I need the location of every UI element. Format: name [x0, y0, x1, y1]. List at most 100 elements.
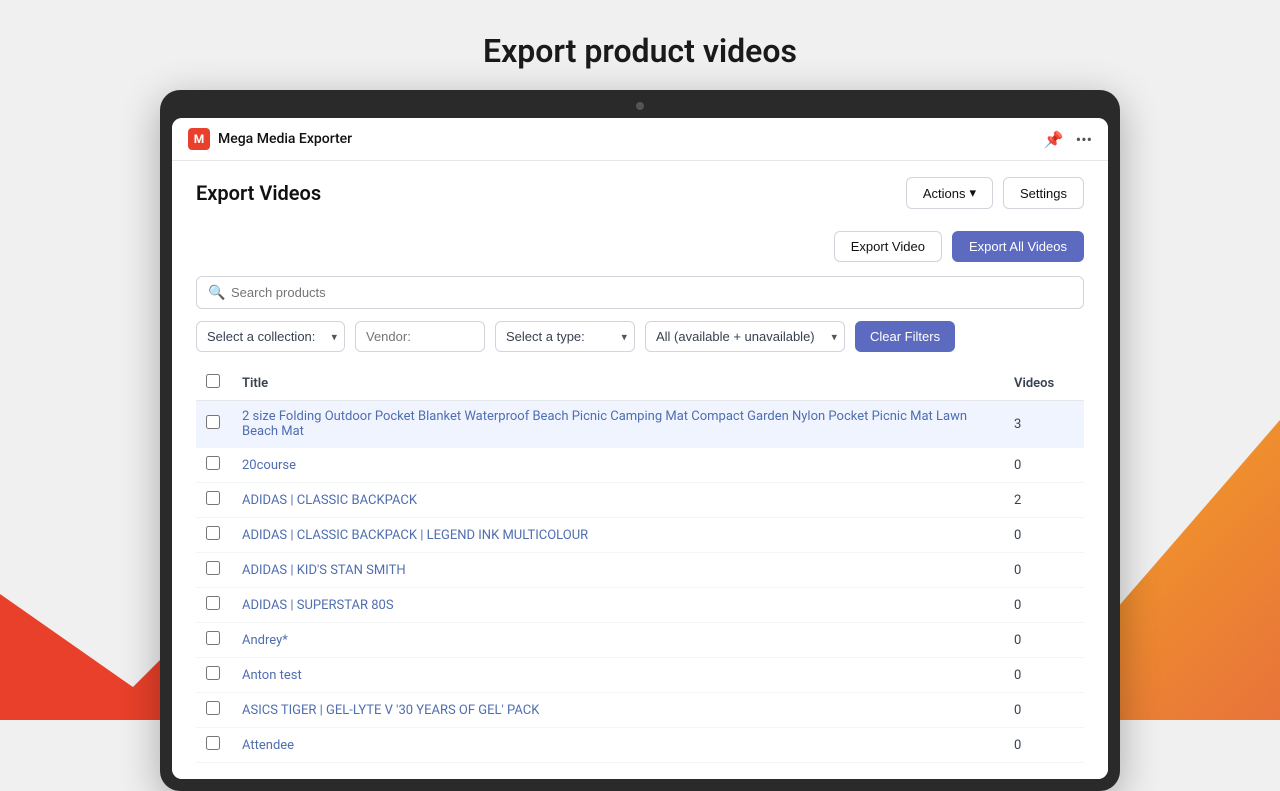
availability-select[interactable]: All (available + unavailable) [645, 321, 845, 352]
page-title: Export product videos [0, 0, 1280, 90]
row-checkbox[interactable] [206, 456, 220, 470]
row-checkbox-cell [196, 553, 232, 588]
row-checkbox[interactable] [206, 561, 220, 575]
row-checkbox[interactable] [206, 491, 220, 505]
product-videos-cell: 0 [1004, 588, 1084, 623]
row-checkbox-cell [196, 401, 232, 448]
product-title-cell: 2 size Folding Outdoor Pocket Blanket Wa… [232, 401, 1004, 448]
app-logo-area: M Mega Media Exporter [188, 128, 352, 150]
top-bar: Export Videos Actions ▾ Settings [196, 177, 1084, 209]
product-link[interactable]: ADIDAS | SUPERSTAR 80S [242, 598, 394, 613]
product-videos-cell: 2 [1004, 483, 1084, 518]
search-input[interactable] [196, 276, 1084, 309]
table-row: ADIDAS | CLASSIC BACKPACK 2 [196, 483, 1084, 518]
table-row: Attendee 0 [196, 728, 1084, 763]
product-link[interactable]: Attendee [242, 738, 294, 753]
table-row: Andrey* 0 [196, 623, 1084, 658]
row-checkbox-cell [196, 658, 232, 693]
product-videos-cell: 0 [1004, 448, 1084, 483]
export-buttons-row: Export Video Export All Videos [196, 225, 1084, 262]
row-checkbox[interactable] [206, 596, 220, 610]
top-bar-actions: Actions ▾ Settings [906, 177, 1084, 209]
app-header-icons: 📌 ••• [1044, 130, 1092, 149]
product-link[interactable]: 2 size Folding Outdoor Pocket Blanket Wa… [242, 409, 967, 439]
clear-filters-button[interactable]: Clear Filters [855, 321, 955, 352]
row-checkbox[interactable] [206, 666, 220, 680]
content-area: Export Videos Actions ▾ Settings Export … [172, 161, 1108, 779]
logo-letter: M [194, 132, 205, 146]
table-row: 2 size Folding Outdoor Pocket Blanket Wa… [196, 401, 1084, 448]
product-videos-cell: 0 [1004, 553, 1084, 588]
table-body: 2 size Folding Outdoor Pocket Blanket Wa… [196, 401, 1084, 763]
product-videos-cell: 0 [1004, 693, 1084, 728]
row-checkbox-cell [196, 623, 232, 658]
product-link[interactable]: ASICS TIGER | GEL-LYTE V '30 YEARS OF GE… [242, 703, 539, 718]
row-checkbox-cell [196, 448, 232, 483]
select-all-header [196, 366, 232, 401]
chevron-down-icon: ▾ [969, 185, 976, 201]
product-title-cell: Andrey* [232, 623, 1004, 658]
table-header: Title Videos [196, 366, 1084, 401]
product-title-cell: 20course [232, 448, 1004, 483]
product-title-cell: Anton test [232, 658, 1004, 693]
row-checkbox[interactable] [206, 736, 220, 750]
row-checkbox[interactable] [206, 631, 220, 645]
tablet-camera [636, 102, 644, 110]
product-videos-cell: 0 [1004, 518, 1084, 553]
search-icon: 🔍 [208, 285, 225, 301]
row-checkbox-cell [196, 483, 232, 518]
pin-icon[interactable]: 📌 [1044, 130, 1064, 149]
product-link[interactable]: ADIDAS | CLASSIC BACKPACK [242, 493, 417, 508]
export-all-videos-button[interactable]: Export All Videos [952, 231, 1084, 262]
type-select-wrapper: Select a type: [495, 321, 635, 352]
product-title-cell: ADIDAS | KID'S STAN SMITH [232, 553, 1004, 588]
product-link[interactable]: Andrey* [242, 633, 288, 648]
tablet-frame: M Mega Media Exporter 📌 ••• Export Video… [160, 90, 1120, 791]
videos-column-header: Videos [1004, 366, 1084, 401]
product-title-cell: Attendee [232, 728, 1004, 763]
product-link[interactable]: ADIDAS | KID'S STAN SMITH [242, 563, 406, 578]
product-title-cell: ADIDAS | CLASSIC BACKPACK | LEGEND INK M… [232, 518, 1004, 553]
title-column-header: Title [232, 366, 1004, 401]
page-heading: Export Videos [196, 181, 321, 205]
more-icon[interactable]: ••• [1076, 130, 1092, 149]
table-row: ADIDAS | SUPERSTAR 80S 0 [196, 588, 1084, 623]
tablet-screen: M Mega Media Exporter 📌 ••• Export Video… [172, 118, 1108, 779]
search-input-wrapper: 🔍 [196, 276, 1084, 309]
filter-row: Select a collection: Select a type: All … [196, 321, 1084, 352]
product-videos-cell: 3 [1004, 401, 1084, 448]
product-videos-cell: 0 [1004, 658, 1084, 693]
product-videos-cell: 0 [1004, 728, 1084, 763]
vendor-input[interactable] [355, 321, 485, 352]
collection-select[interactable]: Select a collection: [196, 321, 345, 352]
table-row: ADIDAS | KID'S STAN SMITH 0 [196, 553, 1084, 588]
row-checkbox[interactable] [206, 701, 220, 715]
app-name: Mega Media Exporter [218, 131, 352, 147]
app-header: M Mega Media Exporter 📌 ••• [172, 118, 1108, 161]
settings-button[interactable]: Settings [1003, 177, 1084, 209]
actions-button[interactable]: Actions ▾ [906, 177, 993, 209]
products-table: Title Videos 2 size Folding Outdoor Pock… [196, 366, 1084, 763]
select-all-checkbox[interactable] [206, 374, 220, 388]
product-videos-cell: 0 [1004, 623, 1084, 658]
search-row: 🔍 [196, 276, 1084, 309]
product-title-cell: ADIDAS | SUPERSTAR 80S [232, 588, 1004, 623]
table-row: ASICS TIGER | GEL-LYTE V '30 YEARS OF GE… [196, 693, 1084, 728]
type-select[interactable]: Select a type: [495, 321, 635, 352]
row-checkbox-cell [196, 588, 232, 623]
app-logo-icon: M [188, 128, 210, 150]
collection-select-wrapper: Select a collection: [196, 321, 345, 352]
row-checkbox-cell [196, 693, 232, 728]
table-row: ADIDAS | CLASSIC BACKPACK | LEGEND INK M… [196, 518, 1084, 553]
availability-select-wrapper: All (available + unavailable) [645, 321, 845, 352]
row-checkbox[interactable] [206, 526, 220, 540]
product-link[interactable]: ADIDAS | CLASSIC BACKPACK | LEGEND INK M… [242, 528, 588, 543]
product-title-cell: ASICS TIGER | GEL-LYTE V '30 YEARS OF GE… [232, 693, 1004, 728]
product-link[interactable]: 20course [242, 458, 296, 473]
row-checkbox-cell [196, 728, 232, 763]
product-link[interactable]: Anton test [242, 668, 302, 683]
row-checkbox[interactable] [206, 415, 220, 429]
table-row: 20course 0 [196, 448, 1084, 483]
table-row: Anton test 0 [196, 658, 1084, 693]
export-video-button[interactable]: Export Video [834, 231, 942, 262]
